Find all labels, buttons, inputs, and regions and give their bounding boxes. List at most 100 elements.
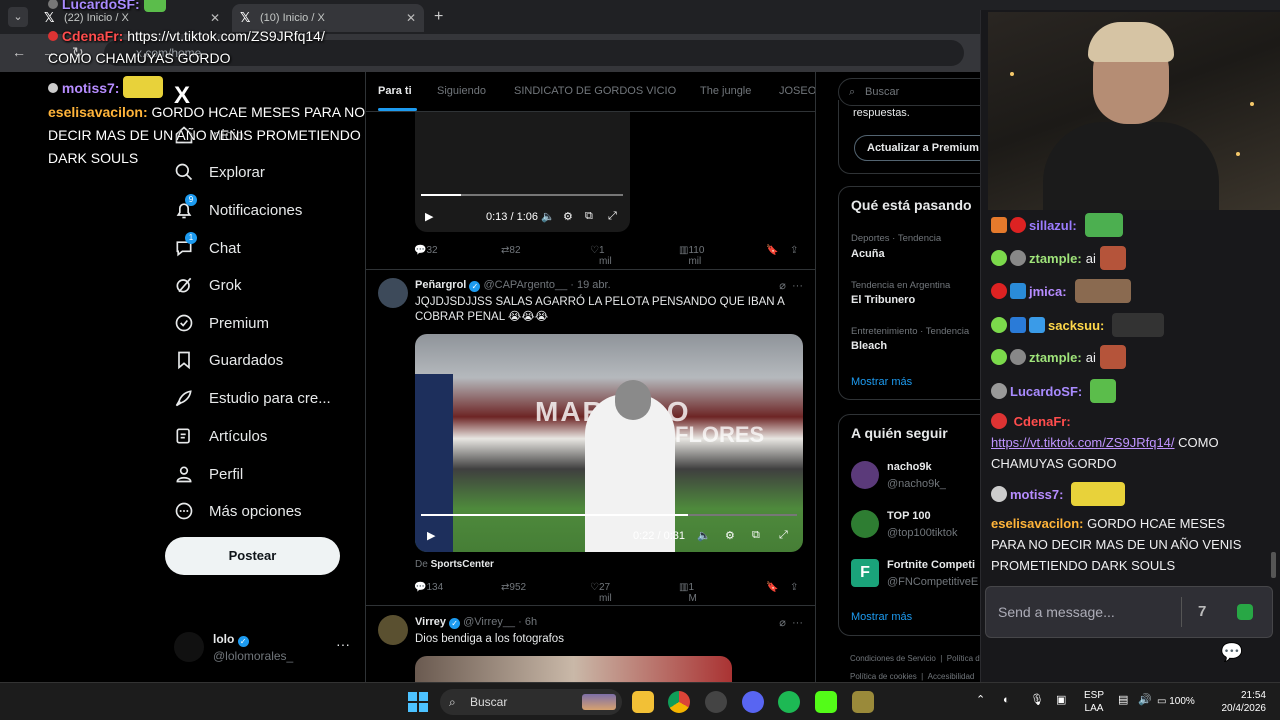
footer-link[interactable]: Condiciones de Servicio <box>850 654 936 663</box>
post-video[interactable]: MARCELO FLORES ▶ 0:22 / 0:31 🔈 ⚙ ⧉ ⤢ <box>415 334 803 552</box>
fullscreen-icon[interactable]: ⤢ <box>779 529 788 542</box>
reply-button[interactable]: 💬 32 <box>414 245 438 256</box>
seventv-icon[interactable]: 7 <box>1198 587 1206 637</box>
tray-chevron-icon[interactable]: ⌃ <box>976 694 985 707</box>
upgrade-premium-button[interactable]: Actualizar a Premium <box>854 135 997 161</box>
tray-app-icon[interactable]: ◐ <box>1003 694 1010 707</box>
video-progress-bar[interactable] <box>421 514 797 516</box>
volume-icon[interactable]: 🔈 <box>697 529 711 542</box>
more-dots-icon[interactable]: ··· <box>792 280 803 292</box>
chat-scrollbar[interactable] <box>1271 552 1276 578</box>
post-image[interactable] <box>415 656 732 682</box>
author-name[interactable]: Peñargrol <box>415 279 466 291</box>
settings-gear-icon[interactable]: ⚙ <box>725 529 735 542</box>
tab-list-jungle[interactable]: The jungle <box>700 85 751 97</box>
follow-name[interactable]: nacho9k <box>887 461 932 473</box>
bookmark-icon[interactable]: 🔖 <box>766 582 778 593</box>
trend-item[interactable]: El Tribunero <box>851 294 915 306</box>
file-explorer-icon[interactable] <box>632 691 654 713</box>
avatar[interactable] <box>378 278 408 308</box>
settings-gear-icon[interactable]: ⚙ <box>563 210 573 223</box>
author-name[interactable]: Virrey <box>415 616 446 628</box>
tab-list-joseo[interactable]: JOSEO <box>779 85 815 97</box>
share-icon[interactable]: ⇪ <box>790 582 798 593</box>
avatar[interactable] <box>851 461 879 489</box>
post-button[interactable]: Postear <box>165 537 340 575</box>
more-dots-icon[interactable]: ··· <box>336 636 350 652</box>
volume-icon[interactable]: 🔊 <box>1138 694 1152 707</box>
play-icon[interactable]: ▶ <box>427 529 435 542</box>
taskbar-search[interactable]: ⌕ Buscar <box>440 689 622 715</box>
nav-bookmarks[interactable]: Guardados <box>174 346 283 374</box>
account-switcher[interactable]: lolo ✓ @lolomorales_ ··· <box>174 630 354 670</box>
spotify-icon[interactable] <box>778 691 800 713</box>
views-button[interactable]: ▥ 1 M <box>679 582 697 604</box>
grok-icon[interactable]: ⌀ <box>779 617 786 629</box>
tab-close-icon[interactable]: ✕ <box>406 4 416 32</box>
views-button[interactable]: ▥ 110 mil <box>679 245 704 267</box>
like-button[interactable]: ♡ 1 mil <box>590 245 612 267</box>
microphone-icon[interactable]: 🎙 <box>1030 694 1044 707</box>
nav-explore[interactable]: Explorar <box>174 158 265 186</box>
chrome-icon[interactable] <box>668 691 690 713</box>
avatar[interactable] <box>851 510 879 538</box>
post-time[interactable]: · 19 abr. <box>570 279 610 291</box>
discord-icon[interactable] <box>742 691 764 713</box>
tab-following[interactable]: Siguiendo <box>437 85 486 97</box>
grok-icon[interactable]: ⌀ <box>779 280 786 292</box>
emote-picker-icon[interactable] <box>1237 604 1253 620</box>
nav-creator-studio[interactable]: Estudio para cre... <box>174 384 331 412</box>
video-progress-bar[interactable] <box>421 194 623 196</box>
fortnite-logo-icon[interactable]: F <box>851 559 879 587</box>
repost-button[interactable]: ⇄ 82 <box>501 245 521 256</box>
repost-button[interactable]: ⇄ 952 <box>501 582 526 593</box>
reply-button[interactable]: 💬 134 <box>414 582 443 593</box>
nav-chat[interactable]: 1 Chat <box>174 232 241 262</box>
fullscreen-icon[interactable]: ⤢ <box>608 210 617 223</box>
app-icon[interactable] <box>852 691 874 713</box>
like-button[interactable]: ♡ 27 mil <box>590 582 612 604</box>
play-icon[interactable]: ▶ <box>425 210 433 223</box>
show-more-link[interactable]: Mostrar más <box>851 376 912 388</box>
post-video[interactable]: ▶ 0:13 / 1:06 🔈 ⚙ ⧉ ⤢ <box>415 112 630 232</box>
chat-message-input[interactable]: Send a message... 7 <box>985 586 1273 638</box>
nav-profile[interactable]: Perfil <box>174 460 243 488</box>
source-account[interactable]: SportsCenter <box>431 559 494 570</box>
tab-list-sindicato[interactable]: SINDICATO DE GORDOS VICIO <box>514 85 676 97</box>
trend-item[interactable]: Bleach <box>851 340 887 352</box>
avatar[interactable] <box>378 615 408 645</box>
nav-more-options[interactable]: Más opciones <box>174 497 302 525</box>
nav-articles[interactable]: Artículos <box>174 422 267 450</box>
kick-icon[interactable] <box>815 691 837 713</box>
more-dots-icon[interactable]: ··· <box>792 617 803 629</box>
clock[interactable]: 21:54 20/4/2026 <box>1216 689 1267 715</box>
share-icon[interactable]: ⇪ <box>790 245 798 256</box>
back-arrow-icon[interactable]: ← <box>12 44 26 60</box>
new-tab-button[interactable]: + <box>434 7 443 27</box>
author-handle[interactable]: @Virrey__ <box>463 616 515 628</box>
trend-item[interactable]: Acuña <box>851 248 885 260</box>
follow-name[interactable]: TOP 100 <box>887 510 931 522</box>
footer-link[interactable]: Accesibilidad <box>928 672 975 681</box>
nav-grok[interactable]: Grok <box>174 271 242 299</box>
author-handle[interactable]: @CAPArgento__ <box>483 279 567 291</box>
battery-indicator[interactable]: ▭ 100% <box>1157 695 1195 708</box>
obs-icon[interactable] <box>705 691 727 713</box>
pip-icon[interactable]: ⧉ <box>752 529 760 542</box>
follow-name[interactable]: Fortnite Competi <box>887 559 975 571</box>
tab-for-you[interactable]: Para ti <box>378 85 412 97</box>
show-more-link[interactable]: Mostrar más <box>851 611 912 623</box>
chat-bubble-icon[interactable]: 💬 <box>1212 636 1252 668</box>
bookmark-icon[interactable]: 🔖 <box>766 245 778 256</box>
nav-notifications[interactable]: 9 Notificaciones <box>174 194 302 224</box>
chat-link[interactable]: https://vt.tiktok.com/ZS9JRfq14/ <box>991 435 1175 450</box>
pip-icon[interactable]: ⧉ <box>585 210 593 223</box>
footer-link[interactable]: Política de cookies <box>850 672 917 681</box>
tab-search-button[interactable]: ⌄ <box>8 7 28 27</box>
tray-device-icon[interactable]: ▣ <box>1056 694 1066 707</box>
nav-premium[interactable]: Premium <box>174 309 269 337</box>
windows-start-icon[interactable] <box>408 692 428 712</box>
network-icon[interactable]: ▤ <box>1118 694 1128 707</box>
post-time[interactable]: · 6h <box>518 616 537 628</box>
volume-icon[interactable]: 🔈 <box>541 210 555 223</box>
